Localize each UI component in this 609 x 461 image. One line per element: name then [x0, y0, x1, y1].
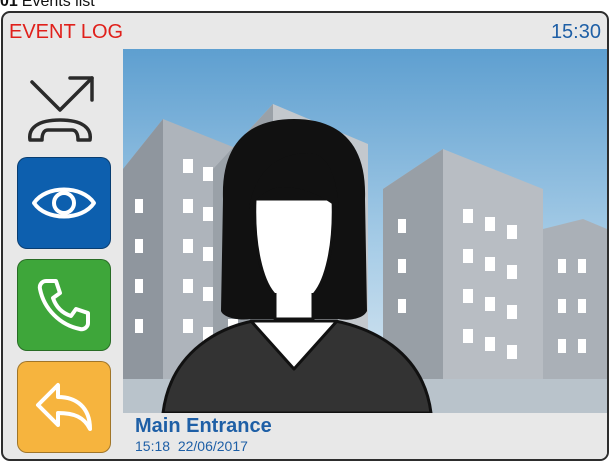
answer-call-button[interactable] [17, 259, 111, 351]
event-info: Main Entrance 15:18 22/06/2017 [123, 413, 607, 459]
view-camera-button[interactable] [17, 157, 111, 249]
intercom-screen: EVENT LOG 15:30 Main Entrance 15:18 22/0… [1, 11, 609, 461]
phone-icon [37, 279, 90, 332]
event-location: Main Entrance [135, 415, 272, 437]
eye-icon [32, 187, 96, 219]
event-timestamp: 15:18 22/06/2017 [135, 438, 248, 454]
call-redirect-icon [28, 76, 94, 142]
caption-text: Events list [21, 0, 95, 10]
camera-snapshot [123, 49, 607, 413]
back-arrow-icon [36, 383, 92, 431]
figure-caption: 01 Events list [0, 0, 95, 10]
event-date: 22/06/2017 [177, 438, 248, 454]
caption-number: 01 [0, 0, 18, 10]
clock: 15:30 [550, 21, 601, 43]
redirect-call-button[interactable] [15, 65, 105, 155]
page-title: EVENT LOG [9, 21, 124, 43]
back-button[interactable] [17, 361, 111, 453]
event-time: 15:18 [135, 438, 171, 454]
